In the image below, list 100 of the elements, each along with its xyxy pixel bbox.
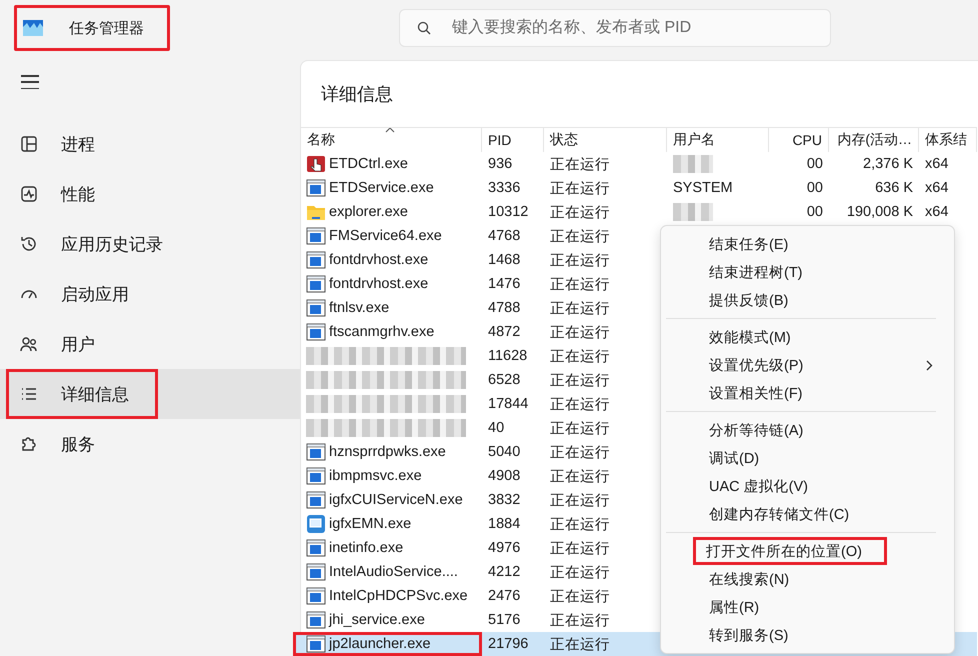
column-header[interactable]: 内存(活动… [829, 127, 919, 152]
menu-item[interactable]: 设置优先级(P) [661, 351, 954, 379]
processes-icon [19, 134, 39, 154]
table-cell-text: 1884 [487, 515, 522, 534]
sidebar-item[interactable]: 进程 [0, 119, 300, 169]
process-name-cell[interactable]: IntelCpHDCPSvc.exe [301, 584, 482, 608]
table-cell-text: 正在运行 [549, 156, 611, 174]
menu-item[interactable]: 调试(D) [661, 444, 954, 472]
menu-item[interactable]: 结束进程树(T) [661, 258, 954, 286]
table-cell-text: 正在运行 [549, 468, 611, 486]
menu-icon[interactable] [21, 75, 39, 89]
process-name-cell[interactable]: ftnlsv.exe [301, 296, 482, 320]
table-cell-text: 4872 [487, 323, 522, 342]
menu-item[interactable]: 分析等待链(A) [661, 416, 954, 444]
table-cell-text: 936 [487, 155, 514, 174]
column-header[interactable]: CPU [769, 127, 829, 152]
table-cell-text: 正在运行 [549, 396, 611, 414]
app-window-icon [306, 563, 326, 581]
column-header[interactable]: 名称 [301, 127, 482, 152]
table-cell-text: 正在运行 [549, 516, 611, 534]
table-cell-text: 4768 [487, 227, 522, 246]
menu-item[interactable]: 设置相关性(F) [661, 379, 954, 407]
app-window-icon [306, 635, 326, 653]
table-cell-text: 正在运行 [549, 540, 611, 558]
table-cell-text: 4976 [487, 539, 522, 558]
process-name-cell[interactable]: fontdrvhost.exe [301, 272, 482, 296]
table-cell-text: 正在运行 [549, 372, 611, 390]
sidebar-item[interactable]: 应用历史记录 [0, 219, 300, 269]
process-name-cell[interactable]: igfxCUIServiceN.exe [301, 488, 482, 512]
sidebar-item[interactable]: 性能 [0, 169, 300, 219]
app-window-icon [306, 227, 326, 245]
table-cell-text: 正在运行 [549, 324, 611, 342]
process-name-cell[interactable]: hznsprrdpwks.exe [301, 440, 482, 464]
process-name-cell[interactable]: jhi_service.exe [301, 608, 482, 632]
table-cell-text: 00 [806, 203, 824, 222]
process-name-cell[interactable]: fontdrvhost.exe [301, 248, 482, 272]
pulse-icon [19, 184, 39, 204]
menu-item[interactable]: 效能模式(M) [661, 323, 954, 351]
table-cell-text: 正在运行 [549, 612, 611, 630]
menu-item[interactable]: 打开文件所在的位置(O) [693, 537, 887, 565]
table-cell-text: 正在运行 [549, 564, 611, 582]
table-cell-text: 正在运行 [549, 300, 611, 318]
table-cell-text: 10312 [487, 203, 530, 222]
table-cell-text: 3832 [487, 491, 522, 510]
table-cell-text: 4788 [487, 299, 522, 318]
sidebar-item[interactable]: 启动应用 [0, 269, 300, 319]
menu-item[interactable]: UAC 虚拟化(V) [661, 472, 954, 500]
table-cell-text: 正在运行 [549, 492, 611, 510]
menu-item[interactable]: 在线搜索(N) [661, 565, 954, 593]
process-name-cell[interactable]: explorer.exe [301, 200, 482, 224]
process-name-cell[interactable]: FMService64.exe [301, 224, 482, 248]
process-name-cell[interactable]: ETDCtrl.exe [301, 152, 482, 176]
app-window-icon [306, 587, 326, 605]
table-cell-text: 4908 [487, 467, 522, 486]
process-name-cell[interactable]: igfxEMN.exe [301, 512, 482, 536]
table-cell-text: 00 [806, 155, 824, 174]
table-cell-text: 3336 [487, 179, 522, 198]
column-header[interactable]: 体系结 [919, 127, 977, 152]
menu-item[interactable]: 提供反馈(B) [661, 286, 954, 314]
table-cell-text: 17844 [487, 395, 530, 414]
app-window-icon [306, 491, 326, 509]
sort-caret-icon [385, 128, 395, 133]
table-cell-text: 6528 [487, 371, 522, 390]
app-window-icon [306, 179, 326, 197]
menu-item[interactable]: 结束任务(E) [661, 230, 954, 258]
table-cell-text: 正在运行 [549, 252, 611, 270]
table-cell-text: 正在运行 [549, 420, 611, 438]
sidebar-item[interactable]: 服务 [0, 419, 300, 469]
table-cell-text: 2476 [487, 587, 522, 606]
table-cell-text: 11628 [487, 347, 528, 366]
table-cell-text: 00 [806, 179, 824, 198]
process-name-cell[interactable]: ftscanmgrhv.exe [301, 320, 482, 344]
app-window-icon [306, 275, 326, 293]
table-cell-text: 4212 [487, 563, 522, 582]
menu-item[interactable]: 创建内存转储文件(C) [661, 500, 954, 528]
menu-item[interactable]: 属性(R) [661, 593, 954, 621]
hand-pointer-icon [306, 155, 326, 173]
app-logo-icon [23, 20, 43, 36]
sidebar-item[interactable]: 详细信息 [0, 369, 300, 419]
app-window-icon [306, 467, 326, 485]
column-header[interactable]: PID [482, 127, 544, 152]
process-name-cell[interactable]: jp2launcher.exe [293, 632, 482, 656]
sidebar-item[interactable]: 用户 [0, 319, 300, 369]
table-cell-text: x64 [924, 203, 950, 222]
process-name-cell[interactable]: ibmpmsvc.exe [301, 464, 482, 488]
column-header[interactable]: 用户名 [667, 127, 769, 152]
process-name-cell[interactable]: inetinfo.exe [301, 536, 482, 560]
column-header[interactable]: 状态 [544, 127, 667, 152]
process-name-cell[interactable]: ETDService.exe [301, 176, 482, 200]
table-cell-text: 1476 [487, 275, 522, 294]
app-window-icon [306, 251, 326, 269]
table-cell-text: 正在运行 [549, 348, 611, 366]
search-field[interactable]: 键入要搜索的名称、发布者或 PID [399, 9, 831, 47]
table-cell: 21796 [482, 632, 544, 656]
monitor-icon [306, 515, 326, 533]
folder-icon [306, 203, 326, 221]
table-cell-text: x64 [924, 179, 950, 198]
process-name-cell[interactable]: IntelAudioService.... [301, 560, 482, 584]
table-cell-text: SYSTEM [672, 179, 734, 198]
table-cell-text: 5176 [487, 611, 522, 630]
